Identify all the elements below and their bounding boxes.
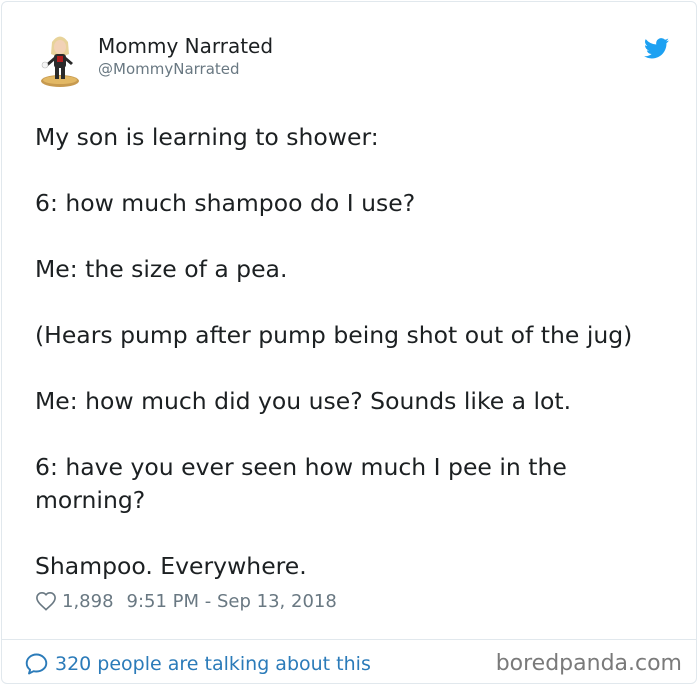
tweet-meta: 1,898 9:51 PM - Sep 13, 2018 [35,589,337,613]
tweet-paragraph: (Hears pump after pump being shot out of… [35,321,633,349]
tweet-card: Mommy Narrated @MommyNarrated My son is … [1,1,697,684]
tweet-text: My son is learning to shower: 6: how muc… [35,121,675,583]
heart-icon [36,591,56,611]
author-name[interactable]: Mommy Narrated [98,33,273,59]
author-handle[interactable]: @MommyNarrated [98,59,240,79]
conversation-text: 320 people are talking about this [55,653,371,675]
divider [2,639,696,640]
avatar-image [41,36,79,87]
tweet-paragraph: Me: how much did you use? Sounds like a … [35,387,572,415]
conversation-link[interactable]: 320 people are talking about this [24,651,371,677]
tweet-paragraph: My son is learning to shower: [35,123,379,151]
tweet-paragraph: Me: the size of a pea. [35,255,288,283]
speech-bubble-icon [25,653,48,675]
avatar[interactable] [36,32,84,88]
like-button[interactable]: 1,898 [35,591,127,612]
tweet-paragraph: Shampoo. Everywhere. [35,552,307,580]
tweet-paragraph: 6: how much shampoo do I use? [35,189,416,217]
tweet-paragraph: 6: have you ever seen how much I pee in … [35,453,567,514]
tweet-timestamp[interactable]: 9:51 PM - Sep 13, 2018 [127,591,337,612]
watermark: boredpanda.com [495,651,682,676]
twitter-bird-icon[interactable] [644,38,669,59]
like-count: 1,898 [62,590,114,612]
